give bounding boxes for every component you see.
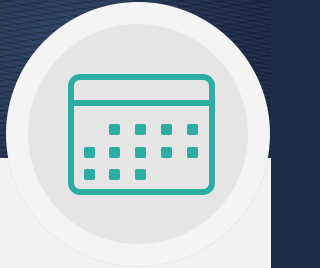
calendar-icon [68,74,215,195]
